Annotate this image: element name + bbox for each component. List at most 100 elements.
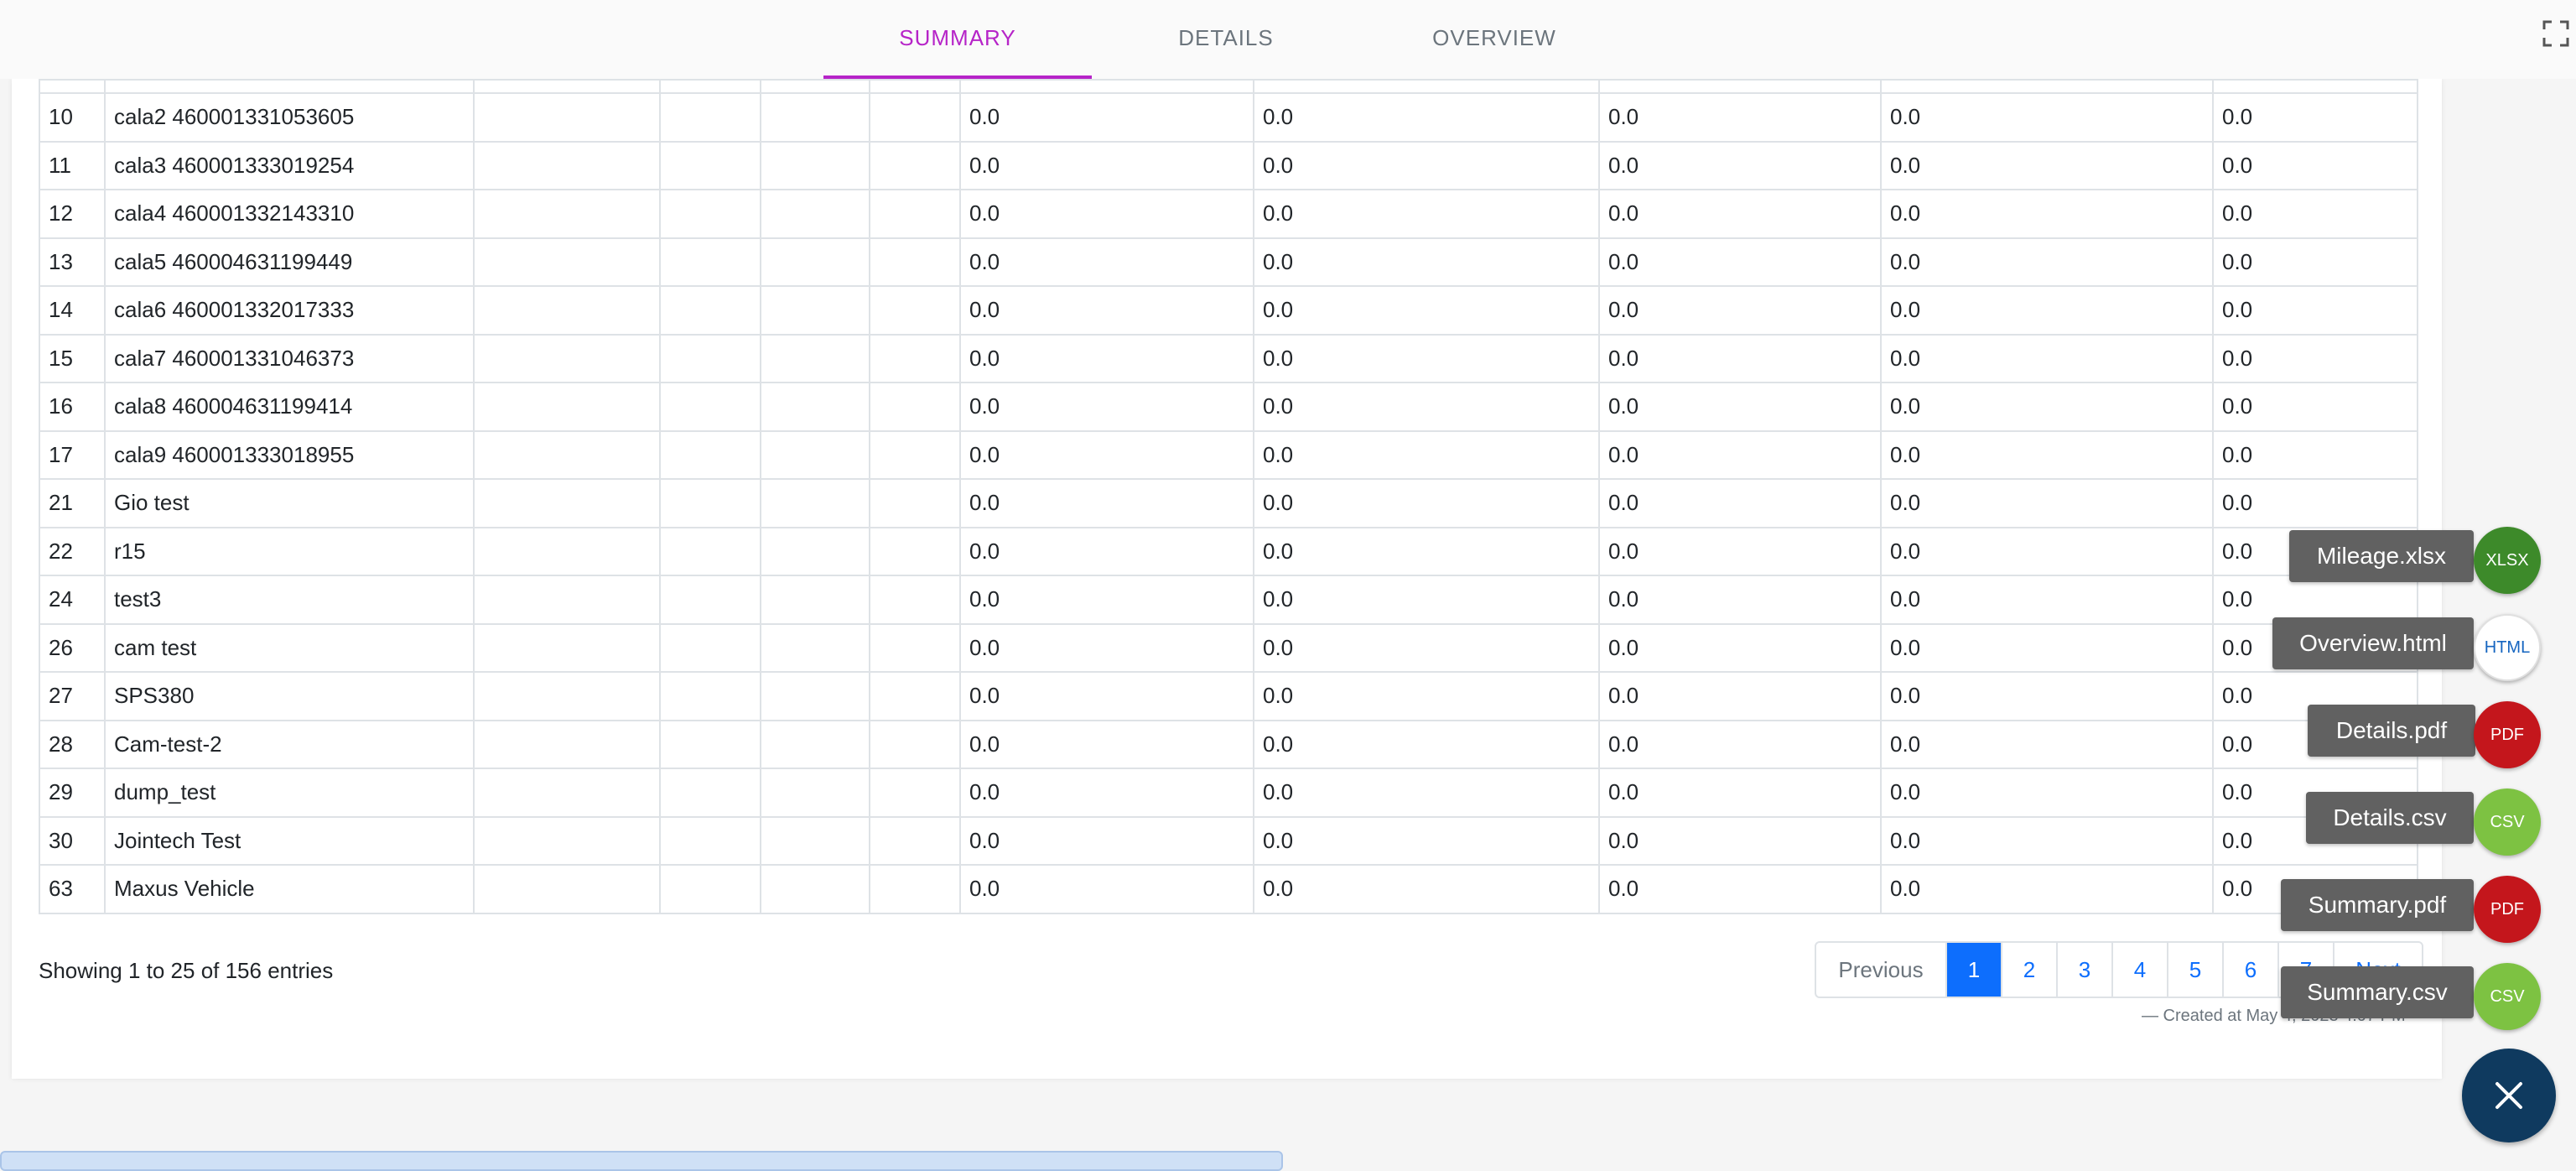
value-cell: 0.0 bbox=[1880, 478, 2214, 528]
value-cell: 0.0 bbox=[2212, 285, 2418, 336]
empty-cell bbox=[760, 285, 870, 336]
value-cell: 0.0 bbox=[1253, 622, 1600, 673]
empty-cell bbox=[869, 285, 961, 336]
pagination-page-2[interactable]: 2 bbox=[2001, 943, 2056, 997]
row-name-cell: cala5 460004631199449 bbox=[104, 237, 475, 287]
row-name-cell: cam test bbox=[104, 622, 475, 673]
pagination-page-4[interactable]: 4 bbox=[2111, 943, 2167, 997]
empty-cell bbox=[473, 719, 661, 769]
empty-cell bbox=[659, 382, 761, 432]
empty-cell bbox=[473, 478, 661, 528]
value-cell: 0.0 bbox=[1253, 575, 1600, 625]
empty-cell bbox=[760, 478, 870, 528]
html-file-icon[interactable]: HTML bbox=[2474, 614, 2541, 681]
value-cell: 0.0 bbox=[1253, 768, 1600, 818]
row-name-cell: dump_test bbox=[104, 768, 475, 818]
value-cell: 0.0 bbox=[1598, 478, 1882, 528]
empty-cell bbox=[473, 189, 661, 239]
value-cell: 0.0 bbox=[1253, 526, 1600, 576]
value-cell: 0.0 bbox=[2212, 140, 2418, 190]
value-cell: 0.0 bbox=[1598, 671, 1882, 721]
export-label-overview-html[interactable]: Overview.html bbox=[2272, 617, 2474, 669]
empty-cell bbox=[473, 429, 661, 480]
table-row: 12 cala4 460001332143310 0.0 0.0 0.0 0.0 0.0 bbox=[39, 189, 2418, 239]
empty-cell bbox=[473, 768, 661, 818]
export-label-summary-csv[interactable]: Summary.csv bbox=[2281, 966, 2474, 1018]
row-name-cell: SPS380 bbox=[104, 671, 475, 721]
value-cell: 0.0 bbox=[1880, 671, 2214, 721]
value-cell: 0.0 bbox=[1598, 429, 1882, 480]
value-cell: 0.0 bbox=[1880, 575, 2214, 625]
empty-cell bbox=[473, 575, 661, 625]
export-label-mileage-xlsx[interactable]: Mileage.xlsx bbox=[2289, 530, 2474, 582]
csv-file-icon[interactable]: CSV bbox=[2474, 788, 2541, 856]
empty-cell bbox=[760, 622, 870, 673]
value-cell: 0.0 bbox=[1253, 140, 1600, 190]
empty-cell bbox=[760, 429, 870, 480]
export-label-details-pdf[interactable]: Details.pdf bbox=[2308, 705, 2475, 757]
value-cell: 0.0 bbox=[959, 189, 1254, 239]
pagination-page-1[interactable]: 1 bbox=[1945, 943, 2001, 997]
empty-cell bbox=[659, 140, 761, 190]
tab-overview[interactable]: OVERVIEW bbox=[1360, 0, 1628, 75]
entries-info: Showing 1 to 25 of 156 entries bbox=[39, 958, 334, 983]
empty-cell bbox=[659, 768, 761, 818]
value-cell: 0.0 bbox=[1598, 719, 1882, 769]
empty-cell bbox=[869, 526, 961, 576]
row-id-cell: 21 bbox=[39, 478, 106, 528]
empty-cell bbox=[760, 92, 870, 143]
empty-cell bbox=[473, 140, 661, 190]
value-cell: 0.0 bbox=[1253, 189, 1600, 239]
tab-summary[interactable]: SUMMARY bbox=[823, 0, 1092, 79]
row-name-cell: cala3 460001333019254 bbox=[104, 140, 475, 190]
value-cell: 0.0 bbox=[1880, 382, 2214, 432]
empty-cell bbox=[659, 671, 761, 721]
value-cell: 0.0 bbox=[959, 815, 1254, 866]
table-row: 11 cala3 460001333019254 0.0 0.0 0.0 0.0 0.0 bbox=[39, 140, 2418, 190]
table-row: 21 Gio test 0.0 0.0 0.0 0.0 0.0 bbox=[39, 478, 2418, 528]
row-id-cell: 63 bbox=[39, 864, 106, 914]
xlsx-file-icon[interactable]: XLSX bbox=[2474, 527, 2541, 594]
empty-cell bbox=[659, 719, 761, 769]
table-row: 24 test3 0.0 0.0 0.0 0.0 0.0 bbox=[39, 575, 2418, 625]
tab-bar: SUMMARY DETAILS OVERVIEW bbox=[0, 0, 2576, 79]
row-name-cell: cala6 460001332017333 bbox=[104, 285, 475, 336]
csv-file-icon[interactable]: CSV bbox=[2474, 963, 2541, 1030]
table-row: 14 cala6 460001332017333 0.0 0.0 0.0 0.0 0.0 bbox=[39, 285, 2418, 336]
export-label-details-csv[interactable]: Details.csv bbox=[2306, 792, 2474, 844]
row-name-cell: Maxus Vehicle bbox=[104, 864, 475, 914]
empty-cell bbox=[659, 622, 761, 673]
row-name-cell: r15 bbox=[104, 526, 475, 576]
value-cell: 0.0 bbox=[1880, 719, 2214, 769]
value-cell: 0.0 bbox=[1880, 285, 2214, 336]
row-name-cell: cala4 460001332143310 bbox=[104, 189, 475, 239]
empty-cell bbox=[659, 333, 761, 383]
empty-cell bbox=[473, 815, 661, 866]
table-row: 63 Maxus Vehicle 0.0 0.0 0.0 0.0 0.0 bbox=[39, 864, 2418, 914]
pagination-page-6[interactable]: 6 bbox=[2222, 943, 2277, 997]
pdf-file-icon[interactable]: PDF bbox=[2474, 701, 2541, 768]
export-label-summary-pdf[interactable]: Summary.pdf bbox=[2281, 879, 2474, 931]
pagination-page-3[interactable]: 3 bbox=[2056, 943, 2111, 997]
value-cell: 0.0 bbox=[1598, 189, 1882, 239]
table-row: 29 dump_test 0.0 0.0 0.0 0.0 0.0 bbox=[39, 768, 2418, 818]
report-card: 10 cala2 460001331053605 0.0 0.0 0.0 0.0 0.0 11… bbox=[12, 79, 2442, 1079]
row-id-cell: 14 bbox=[39, 285, 106, 336]
pdf-file-icon[interactable]: PDF bbox=[2474, 876, 2541, 943]
table-row: 15 cala7 460001331046373 0.0 0.0 0.0 0.0 0.0 bbox=[39, 333, 2418, 383]
table-row: 26 cam test 0.0 0.0 0.0 0.0 0.0 bbox=[39, 622, 2418, 673]
value-cell: 0.0 bbox=[2212, 382, 2418, 432]
tab-details[interactable]: DETAILS bbox=[1092, 0, 1360, 75]
table-row: 22 r15 0.0 0.0 0.0 0.0 0.0 bbox=[39, 526, 2418, 576]
value-cell: 0.0 bbox=[959, 237, 1254, 287]
close-export-menu-button[interactable] bbox=[2462, 1049, 2556, 1142]
value-cell: 0.0 bbox=[1253, 864, 1600, 914]
pagination-page-5[interactable]: 5 bbox=[2167, 943, 2222, 997]
empty-cell bbox=[869, 575, 961, 625]
value-cell: 0.0 bbox=[959, 382, 1254, 432]
table-row: 27 SPS380 0.0 0.0 0.0 0.0 0.0 bbox=[39, 671, 2418, 721]
row-name-cell: cala7 460001331046373 bbox=[104, 333, 475, 383]
empty-cell bbox=[760, 237, 870, 287]
pagination-previous[interactable]: Previous bbox=[1816, 943, 1945, 997]
fullscreen-icon[interactable] bbox=[2541, 18, 2571, 49]
